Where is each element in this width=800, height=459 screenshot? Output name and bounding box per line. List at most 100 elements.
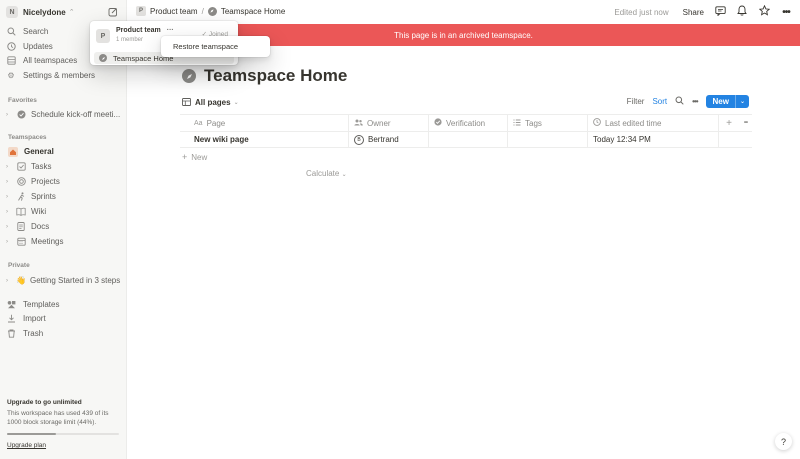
sidebar-item-general[interactable]: General — [6, 145, 122, 158]
cell-last-edited: Today 12:34 PM — [588, 132, 719, 147]
breadcrumb-page[interactable]: Teamspace Home — [221, 7, 285, 16]
cell-owner[interactable]: B Bertrand — [349, 132, 429, 147]
favorites-heading: Favorites — [8, 97, 37, 104]
shapes-icon — [6, 300, 16, 310]
workspace-switcher[interactable]: N Nicelydone ⌃ — [6, 5, 75, 19]
upgrade-text: This workspace has used 439 of its 1000 … — [7, 410, 109, 426]
sidebar-item-settings[interactable]: ⚙ Settings & members — [6, 69, 122, 82]
sidebar-item-import[interactable]: Import — [6, 312, 122, 325]
sidebar-item-docs[interactable]: › Docs — [6, 220, 122, 233]
upgrade-plan-link[interactable]: Upgrade plan — [7, 442, 121, 449]
waving-hand-icon: 👋 — [16, 276, 26, 285]
comment-icon[interactable] — [714, 5, 726, 19]
team-avatar: P — [136, 6, 146, 16]
view-tab-all-pages[interactable]: All pages ⌄ — [182, 97, 239, 108]
sidebar: N Nicelydone ⌃ Search Updates All teamsp… — [0, 0, 127, 459]
chevron-down-icon: ⌄ — [341, 172, 347, 178]
bell-icon[interactable] — [736, 5, 748, 19]
star-icon[interactable] — [758, 4, 770, 19]
chevron-right-icon[interactable]: › — [6, 194, 14, 200]
compass-icon — [207, 6, 217, 16]
new-button-label: New — [712, 97, 729, 106]
compass-icon — [99, 54, 107, 62]
new-page-icon[interactable] — [107, 6, 118, 17]
chevron-right-icon[interactable]: › — [6, 278, 14, 284]
more-options-icon[interactable]: ••• — [780, 7, 792, 18]
cell-verification[interactable] — [429, 132, 508, 147]
more-options-icon[interactable]: ••• — [739, 115, 752, 131]
cell-spacer — [719, 132, 739, 147]
breadcrumb-team[interactable]: Product team — [150, 7, 198, 16]
chevron-right-icon[interactable]: › — [6, 112, 14, 118]
sidebar-item-label: Meetings — [31, 237, 64, 246]
table-header-row: Aa Page Owner Verification Tags Last edit… — [180, 114, 752, 131]
restore-teamspace-button[interactable]: Restore teamspace — [173, 42, 238, 51]
list-icon — [513, 119, 521, 128]
chevron-down-icon: ⌄ — [233, 100, 239, 106]
sidebar-item-label: Getting Started in 3 steps — [29, 276, 121, 285]
share-button[interactable]: Share — [683, 8, 704, 17]
chevron-right-icon[interactable]: › — [6, 164, 14, 170]
calculate-button[interactable]: Calculate ⌄ — [306, 169, 347, 178]
sidebar-item-label: Updates — [23, 42, 53, 51]
chevron-right-icon[interactable]: › — [6, 224, 14, 230]
teamspaces-icon — [6, 56, 16, 66]
sidebar-item-projects[interactable]: › Projects — [6, 175, 122, 188]
breadcrumb-separator: / — [201, 6, 204, 16]
sidebar-item-schedule-kickoff[interactable]: › Schedule kick-off meeti... — [6, 108, 122, 121]
more-options-icon[interactable]: ··· — [167, 27, 174, 34]
add-new-label: New — [191, 152, 208, 162]
sidebar-item-wiki[interactable]: › Wiki — [6, 205, 122, 218]
sidebar-item-label: Schedule kick-off meeti... — [31, 110, 121, 119]
column-header-label: Page — [206, 118, 226, 128]
add-property-icon[interactable]: + — [719, 115, 739, 131]
trash-icon — [6, 329, 16, 339]
sidebar-item-label: Templates — [23, 300, 60, 309]
column-header-page[interactable]: Aa Page — [180, 115, 349, 131]
column-header-label: Last edited time — [605, 118, 662, 128]
sidebar-item-label: Settings & members — [23, 71, 96, 80]
view-tab-label: All pages — [195, 98, 231, 107]
text-type-icon: Aa — [194, 119, 203, 127]
gear-icon: ⚙ — [7, 71, 15, 80]
sidebar-item-tasks[interactable]: › Tasks — [6, 160, 122, 173]
clock-icon — [593, 118, 601, 128]
chevron-right-icon[interactable]: › — [6, 239, 14, 245]
chevron-down-icon[interactable]: ⌄ — [734, 95, 749, 108]
new-button[interactable]: New ⌄ — [705, 95, 749, 108]
search-icon — [6, 27, 16, 37]
sidebar-item-label: All teamspaces — [23, 56, 78, 65]
help-button[interactable]: ? — [775, 433, 792, 450]
sort-button[interactable]: Sort — [652, 97, 667, 106]
team-avatar: P — [96, 29, 110, 43]
cell-page[interactable]: New wiki page — [180, 132, 349, 147]
filter-button[interactable]: Filter — [627, 97, 645, 106]
more-options-icon[interactable]: ••• — [692, 97, 698, 106]
search-icon[interactable] — [675, 96, 684, 107]
sidebar-item-label: Wiki — [31, 207, 47, 216]
cell-tags[interactable] — [508, 132, 588, 147]
chevron-right-icon[interactable]: › — [6, 209, 14, 215]
table-row[interactable]: New wiki page B Bertrand Today 12:34 PM — [180, 131, 752, 148]
sidebar-item-label: Import — [23, 314, 46, 323]
sidebar-item-meetings[interactable]: › Meetings — [6, 235, 122, 248]
sidebar-item-trash[interactable]: Trash — [6, 327, 122, 340]
compass-icon[interactable] — [182, 69, 196, 83]
book-icon — [16, 207, 26, 217]
sidebar-item-label: Sprints — [31, 192, 56, 201]
checkbox-icon — [16, 162, 26, 172]
storage-usage-bar — [7, 433, 119, 435]
workspace-avatar: N — [6, 6, 18, 18]
chevron-right-icon[interactable]: › — [6, 179, 14, 185]
add-new-row-button[interactable]: + New — [182, 152, 207, 162]
column-header-tags[interactable]: Tags — [508, 115, 588, 131]
sidebar-item-sprints[interactable]: › Sprints — [6, 190, 122, 203]
storage-usage-fill — [7, 433, 57, 435]
column-header-verification[interactable]: Verification — [429, 115, 508, 131]
breadcrumb: P Product team / Teamspace Home — [136, 6, 285, 16]
page-title[interactable]: Teamspace Home — [204, 66, 347, 86]
sidebar-item-templates[interactable]: Templates — [6, 298, 122, 311]
column-header-owner[interactable]: Owner — [349, 115, 429, 131]
sidebar-item-getting-started[interactable]: › 👋 Getting Started in 3 steps — [6, 274, 122, 287]
column-header-last-edited[interactable]: Last edited time — [588, 115, 719, 131]
